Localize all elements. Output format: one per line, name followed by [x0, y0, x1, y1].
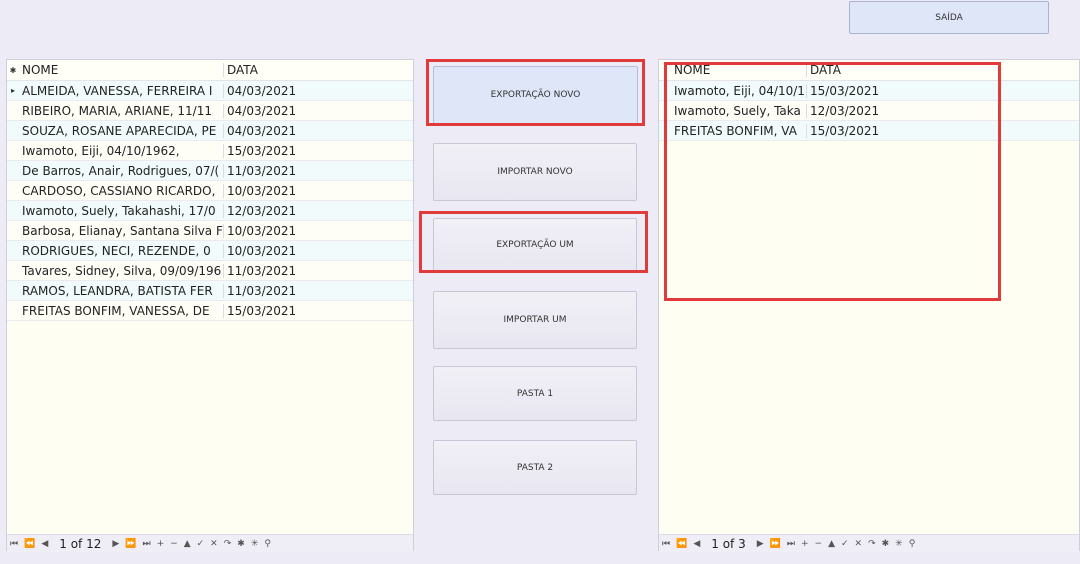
apply-icon[interactable]: ✓: [841, 539, 849, 549]
folder-2-button[interactable]: PASTA 2: [433, 440, 637, 495]
first-record-icon[interactable]: ⏮: [662, 539, 670, 549]
cell-data[interactable]: 10/03/2021: [223, 183, 303, 198]
previous-page-icon[interactable]: ⏪: [676, 539, 687, 549]
cell-nome[interactable]: SOUZA, ROSANE APARECIDA, PE: [19, 124, 223, 138]
current-row-indicator[interactable]: ▸: [7, 86, 19, 95]
bookmark-icon[interactable]: ✱: [882, 539, 890, 549]
previous-page-icon[interactable]: ⏪: [24, 539, 35, 549]
cell-data[interactable]: 11/03/2021: [223, 263, 303, 278]
row-selector-header: ✱: [9, 65, 17, 75]
cell-nome[interactable]: Tavares, Sidney, Silva, 09/09/196: [19, 264, 223, 278]
cell-data[interactable]: 04/03/2021: [223, 83, 303, 98]
last-record-icon[interactable]: ⏭: [787, 539, 795, 549]
goto-bookmark-icon[interactable]: ✳: [251, 539, 259, 549]
cell-data[interactable]: 15/03/2021: [223, 303, 303, 318]
table-row[interactable]: FREITAS BONFIM, VANESSA, DE 15/03/2021: [7, 301, 413, 321]
table-row[interactable]: FREITAS BONFIM, VA 15/03/2021: [659, 121, 1079, 141]
cell-nome[interactable]: Iwamoto, Suely, Taka: [671, 104, 806, 118]
refresh-icon[interactable]: ↷: [868, 539, 876, 549]
add-record-icon[interactable]: +: [801, 539, 809, 549]
table-row[interactable]: Iwamoto, Suely, Taka 12/03/2021: [659, 101, 1079, 121]
cell-nome[interactable]: ALMEIDA, VANESSA, FERREIRA I: [19, 84, 223, 98]
cell-data[interactable]: 04/03/2021: [223, 123, 303, 138]
column-header-data[interactable]: DATA: [223, 63, 303, 77]
next-page-icon[interactable]: ⏩: [770, 539, 781, 549]
table-row[interactable]: Barbosa, Elianay, Santana Silva F 10/03/2…: [7, 221, 413, 241]
record-position: 1 of 3: [711, 536, 746, 551]
right-grid-body: Iwamoto, Eiji, 04/10/1 15/03/2021 Iwamoto,…: [659, 81, 1079, 141]
cell-data[interactable]: 15/03/2021: [806, 123, 886, 138]
left-records-grid[interactable]: ✱ NOME DATA ▸ ALMEIDA, VANESSA, FERREIRA …: [6, 59, 414, 551]
next-record-icon[interactable]: ▶: [757, 539, 764, 549]
bookmark-icon[interactable]: ✱: [237, 539, 245, 549]
export-new-button[interactable]: EXPORTAÇÃO NOVO: [433, 66, 638, 124]
cell-nome[interactable]: FREITAS BONFIM, VA: [671, 124, 806, 138]
left-grid-navigator: ⏮ ⏪ ◀ 1 of 12 ▶ ⏩ ⏭ + − ▲ ✓ ✕ ↷ ✱ ✳ ⚲: [7, 534, 413, 552]
table-row[interactable]: Iwamoto, Suely, Takahashi, 17/0 12/03/202…: [7, 201, 413, 221]
column-header-data[interactable]: DATA: [806, 63, 886, 77]
exit-button[interactable]: SAÍDA: [849, 1, 1049, 34]
record-position: 1 of 12: [59, 536, 102, 551]
cell-nome[interactable]: RAMOS, LEANDRA, BATISTA FER: [19, 284, 223, 298]
cell-data[interactable]: 04/03/2021: [223, 103, 303, 118]
last-record-icon[interactable]: ⏭: [143, 539, 151, 549]
left-grid-header: ✱ NOME DATA: [7, 60, 413, 81]
cell-data[interactable]: 11/03/2021: [223, 283, 303, 298]
cell-nome[interactable]: FREITAS BONFIM, VANESSA, DE: [19, 304, 223, 318]
cell-nome[interactable]: CARDOSO, CASSIANO RICARDO,: [19, 184, 223, 198]
apply-icon[interactable]: ✓: [197, 539, 205, 549]
left-grid-body: ▸ ALMEIDA, VANESSA, FERREIRA I 04/03/2021 R…: [7, 81, 413, 321]
filter-icon[interactable]: ⚲: [264, 539, 271, 549]
previous-record-icon[interactable]: ◀: [41, 539, 48, 549]
cell-nome[interactable]: Iwamoto, Eiji, 04/10/1: [671, 84, 806, 98]
first-record-icon[interactable]: ⏮: [10, 539, 18, 549]
edit-record-icon[interactable]: ▲: [828, 539, 835, 549]
column-header-nome[interactable]: NOME: [671, 63, 806, 77]
right-records-grid[interactable]: NOME DATA Iwamoto, Eiji, 04/10/1 15/03/20…: [658, 59, 1080, 551]
cell-nome[interactable]: De Barros, Anair, Rodrigues, 07/(: [19, 164, 223, 178]
cell-data[interactable]: 15/03/2021: [806, 83, 886, 98]
cell-data[interactable]: 11/03/2021: [223, 163, 303, 178]
previous-record-icon[interactable]: ◀: [693, 539, 700, 549]
refresh-icon[interactable]: ↷: [224, 539, 232, 549]
export-one-button[interactable]: EXPORTAÇÃO UM: [433, 218, 637, 272]
table-row[interactable]: RAMOS, LEANDRA, BATISTA FER 11/03/2021: [7, 281, 413, 301]
table-row[interactable]: RIBEIRO, MARIA, ARIANE, 11/11 04/03/2021: [7, 101, 413, 121]
table-row[interactable]: Iwamoto, Eiji, 04/10/1962, 15/03/2021: [7, 141, 413, 161]
edit-record-icon[interactable]: ▲: [184, 539, 191, 549]
column-header-nome[interactable]: NOME: [19, 63, 223, 77]
table-row[interactable]: Iwamoto, Eiji, 04/10/1 15/03/2021: [659, 81, 1079, 101]
cell-data[interactable]: 10/03/2021: [223, 223, 303, 238]
delete-record-icon[interactable]: −: [815, 539, 823, 549]
table-row[interactable]: RODRIGUES, NECI, REZENDE, 0 10/03/2021: [7, 241, 413, 261]
add-record-icon[interactable]: +: [157, 539, 165, 549]
cell-nome[interactable]: Iwamoto, Eiji, 04/10/1962,: [19, 144, 223, 158]
table-row[interactable]: SOUZA, ROSANE APARECIDA, PE 04/03/2021: [7, 121, 413, 141]
filter-icon[interactable]: ⚲: [909, 539, 916, 549]
cell-data[interactable]: 12/03/2021: [223, 203, 303, 218]
cell-nome[interactable]: RIBEIRO, MARIA, ARIANE, 11/11: [19, 104, 223, 118]
cell-nome[interactable]: RODRIGUES, NECI, REZENDE, 0: [19, 244, 223, 258]
import-new-button[interactable]: IMPORTAR NOVO: [433, 143, 637, 201]
right-grid-header: NOME DATA: [659, 60, 1079, 81]
cell-data[interactable]: 10/03/2021: [223, 243, 303, 258]
folder-1-button[interactable]: PASTA 1: [433, 366, 637, 421]
import-one-button[interactable]: IMPORTAR UM: [433, 291, 637, 349]
cancel-icon[interactable]: ✕: [210, 539, 218, 549]
goto-bookmark-icon[interactable]: ✳: [895, 539, 903, 549]
right-grid-navigator: ⏮ ⏪ ◀ 1 of 3 ▶ ⏩ ⏭ + − ▲ ✓ ✕ ↷ ✱ ✳ ⚲: [659, 534, 1079, 552]
next-record-icon[interactable]: ▶: [112, 539, 119, 549]
cell-nome[interactable]: Iwamoto, Suely, Takahashi, 17/0: [19, 204, 223, 218]
table-row[interactable]: De Barros, Anair, Rodrigues, 07/(11/03/2…: [7, 161, 413, 181]
table-row[interactable]: ▸ ALMEIDA, VANESSA, FERREIRA I 04/03/2021: [7, 81, 413, 101]
table-row[interactable]: Tavares, Sidney, Silva, 09/09/196 11/03/2…: [7, 261, 413, 281]
next-page-icon[interactable]: ⏩: [125, 539, 136, 549]
cell-nome[interactable]: Barbosa, Elianay, Santana Silva F: [19, 224, 223, 238]
cell-data[interactable]: 15/03/2021: [223, 143, 303, 158]
cancel-icon[interactable]: ✕: [855, 539, 863, 549]
table-row[interactable]: CARDOSO, CASSIANO RICARDO, 10/03/2021: [7, 181, 413, 201]
delete-record-icon[interactable]: −: [170, 539, 178, 549]
cell-data[interactable]: 12/03/2021: [806, 103, 886, 118]
